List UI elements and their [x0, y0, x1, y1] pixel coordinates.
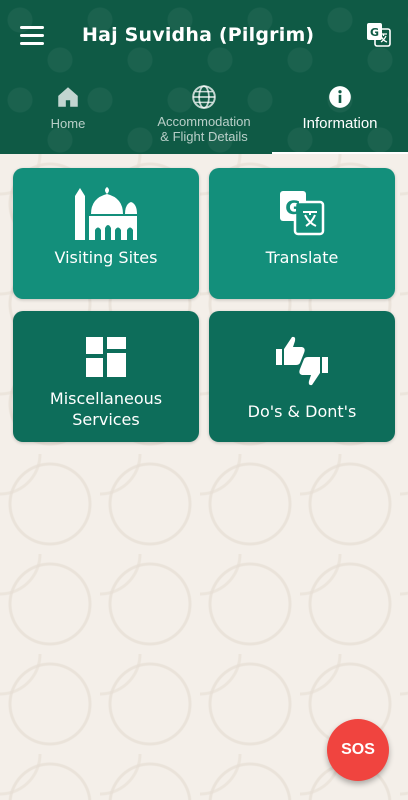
translate-tile[interactable]: G Translate — [209, 168, 395, 299]
app-header: Haj Suvidha (Pilgrim) G Home Accommodati… — [0, 0, 408, 154]
thumbs-up-down-icon — [276, 336, 328, 386]
globe-icon — [192, 85, 216, 109]
miscellaneous-services-tile[interactable]: Miscellaneous Services — [13, 311, 199, 442]
tab-accommodation-label-2: & Flight Details — [160, 129, 248, 144]
svg-text:G: G — [285, 197, 301, 219]
top-app-bar: Haj Suvidha (Pilgrim) G — [0, 0, 408, 72]
translate-icon: G — [280, 191, 325, 236]
home-icon — [58, 87, 78, 107]
app-title: Haj Suvidha (Pilgrim) — [82, 24, 315, 46]
visiting-sites-label: Visiting Sites — [54, 248, 158, 267]
translate-icon[interactable]: G — [366, 22, 392, 48]
miscellaneous-label-line1: Miscellaneous — [49, 389, 163, 408]
tab-bar: Home Accommodation & Flight Details Info… — [0, 78, 408, 154]
dos-and-donts-tile[interactable]: Do's & Dont's — [209, 311, 395, 442]
grid-icon — [86, 337, 126, 377]
translate-label: Translate — [265, 248, 339, 267]
tab-accommodation-label-1: Accommodation — [157, 114, 251, 129]
sos-button[interactable]: SOS — [327, 719, 389, 781]
tab-information[interactable]: Information — [272, 78, 408, 154]
mosque-icon — [75, 187, 137, 240]
miscellaneous-label-line2: Services — [72, 410, 140, 429]
tab-accommodation[interactable]: Accommodation & Flight Details — [136, 78, 272, 154]
info-icon — [329, 86, 351, 108]
svg-text:G: G — [370, 26, 379, 39]
tab-home[interactable]: Home — [0, 78, 136, 154]
tab-information-label: Information — [302, 115, 378, 132]
tab-home-label: Home — [50, 116, 86, 131]
menu-icon[interactable] — [20, 26, 44, 46]
dos-and-donts-label: Do's & Dont's — [247, 402, 357, 421]
visiting-sites-tile[interactable]: Visiting Sites — [13, 168, 199, 299]
